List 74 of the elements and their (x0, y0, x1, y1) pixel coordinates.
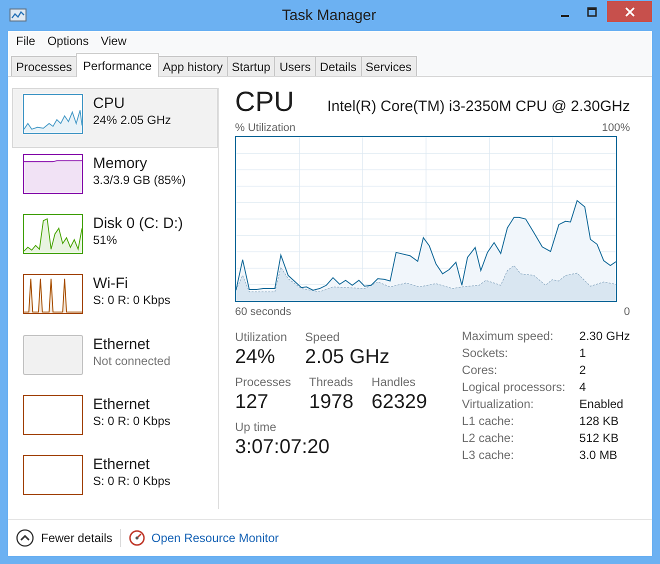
device-detail: Not connected (93, 354, 170, 368)
stat-label: Up time (235, 420, 278, 434)
stat-label: Threads (309, 375, 354, 389)
sidebar-item[interactable]: Ethernet S: 0 R: 0 Kbps (12, 448, 218, 509)
spec-label: Cores: (462, 363, 498, 377)
device-detail: 3.3/3.9 GB (85%) (93, 173, 186, 188)
stat-label: Utilization (235, 330, 288, 344)
spec-value: 1 (579, 346, 587, 360)
app-icon (9, 8, 27, 24)
stat-value: 1978 (309, 391, 354, 414)
spec-value: 2.30 GHz (579, 329, 630, 343)
stat-value: 3:07:07:20 (235, 436, 330, 459)
tab[interactable]: Services (360, 56, 417, 76)
stat-label: Handles (372, 375, 417, 389)
device-name: Memory (93, 155, 148, 172)
gauge-icon (129, 530, 146, 546)
collapse-icon (16, 529, 34, 547)
device-detail: S: 0 R: 0 Kbps (93, 414, 170, 428)
spec-value: 128 KB (579, 414, 620, 428)
spec-label: L3 cache: (462, 448, 515, 462)
spec-value: 2 (579, 363, 587, 377)
spec-label: Sockets: (462, 346, 509, 360)
spec-label: Maximum speed: (462, 329, 554, 343)
tab[interactable]: Performance (76, 53, 159, 77)
axis-label: % Utilization (235, 122, 296, 134)
cpu-model: Intel(R) Core(TM) i3-2350M CPU @ 2.30GHz (327, 98, 630, 115)
tab[interactable]: Users (274, 56, 316, 76)
menu-item[interactable]: View (94, 32, 132, 50)
device-name: Ethernet (93, 456, 151, 473)
device-name: Ethernet (93, 396, 151, 413)
fewer-details-button[interactable]: Fewer details (16, 529, 112, 547)
spec-label: L1 cache: (462, 414, 515, 428)
spec-value: 3.0 MB (579, 448, 618, 462)
device-detail: 51% (93, 233, 118, 248)
maximize-icon (586, 6, 596, 16)
sidebar-item[interactable]: Disk 0 (C: D:) 51% (12, 208, 218, 268)
sidebar-item[interactable]: CPU 24% 2.05 GHz (12, 88, 218, 148)
tab[interactable]: Processes (11, 56, 78, 76)
axis-label: 100% (602, 122, 630, 134)
close-button[interactable] (607, 1, 652, 22)
device-name: CPU (93, 95, 126, 112)
device-detail: S: 0 R: 0 Kbps (93, 293, 170, 308)
stat-label: Processes (235, 375, 292, 389)
stat-value: 62329 (372, 391, 428, 414)
axis-label: 0 (624, 306, 630, 318)
minimize-icon (560, 14, 568, 16)
device-name: Ethernet (93, 336, 151, 353)
device-name: Disk 0 (C: D:) (93, 215, 183, 232)
spec-value: Enabled (579, 397, 624, 411)
menu-item[interactable]: Options (41, 32, 95, 50)
close-icon (624, 6, 634, 16)
sidebar-item[interactable]: Memory 3.3/3.9 GB (85%) (12, 148, 218, 208)
stat-label: Speed (305, 330, 341, 344)
tab[interactable]: App history (158, 56, 228, 76)
sidebar-item[interactable]: Wi-Fi S: 0 R: 0 Kbps (12, 268, 218, 329)
tab[interactable]: Startup (226, 56, 276, 76)
resource-monitor-link[interactable]: Open Resource Monitor (151, 531, 279, 545)
stat-value: 2.05 GHz (305, 346, 390, 369)
spec-label: Virtualization: (462, 397, 535, 411)
stat-value: 24% (235, 346, 276, 369)
device-detail: S: 0 R: 0 Kbps (93, 474, 170, 488)
stat-value: 127 (235, 391, 270, 414)
menu-item[interactable]: File (10, 32, 42, 50)
spec-value: 512 KB (579, 431, 620, 445)
device-name: Wi-Fi (93, 275, 129, 292)
sidebar-item[interactable]: Ethernet S: 0 R: 0 Kbps (12, 388, 218, 449)
axis-label: 60 seconds (235, 306, 292, 318)
device-detail: 24% 2.05 GHz (93, 113, 172, 127)
window-title: Task Manager (280, 7, 378, 24)
section-heading: CPU (235, 86, 294, 118)
spec-label: Logical processors: (462, 380, 566, 394)
spec-label: L2 cache: (462, 431, 515, 445)
tab[interactable]: Details (314, 56, 362, 76)
spec-value: 4 (579, 380, 587, 394)
